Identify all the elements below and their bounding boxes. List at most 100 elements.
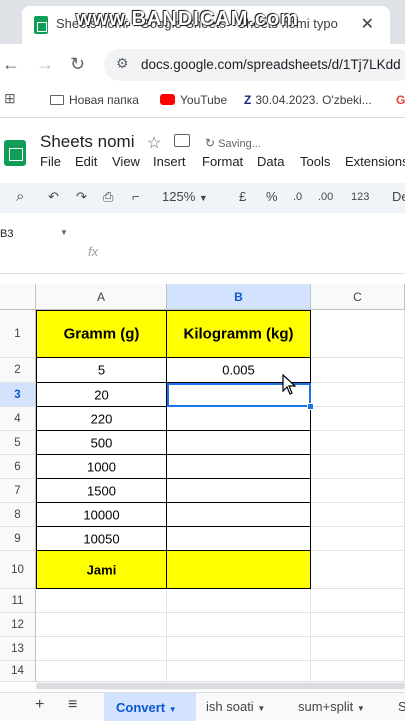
undo-icon[interactable]: ↶ bbox=[48, 189, 59, 205]
paint-format-icon[interactable]: ⌐ bbox=[132, 189, 140, 204]
cell-C8[interactable] bbox=[311, 503, 405, 527]
row-header-2[interactable]: 2 bbox=[0, 358, 36, 383]
cell-A14[interactable] bbox=[36, 661, 167, 682]
row-header-10[interactable]: 10 bbox=[0, 551, 36, 589]
cell-B13[interactable] bbox=[167, 637, 311, 661]
row-header-6[interactable]: 6 bbox=[0, 455, 36, 479]
cell-A3[interactable]: 20 bbox=[36, 383, 167, 407]
print-icon[interactable]: ⎙ bbox=[103, 189, 113, 205]
cell-A5[interactable]: 500 bbox=[36, 431, 167, 455]
sheets-logo-icon[interactable] bbox=[4, 140, 26, 166]
cell-A4[interactable]: 220 bbox=[36, 407, 167, 431]
row-header-13[interactable]: 13 bbox=[0, 637, 36, 661]
cell-A13[interactable] bbox=[36, 637, 167, 661]
row-header-1[interactable]: 1 bbox=[0, 310, 36, 358]
zoom-select[interactable]: 125% ▼ bbox=[162, 189, 208, 204]
row-header-9[interactable]: 9 bbox=[0, 527, 36, 551]
percent-format-button[interactable]: % bbox=[266, 189, 278, 204]
cell-A10[interactable]: Jami bbox=[36, 551, 167, 589]
cell-A9[interactable]: 10050 bbox=[36, 527, 167, 551]
cell-B6[interactable] bbox=[167, 455, 311, 479]
bookmark-folder[interactable]: Новая папка bbox=[50, 93, 139, 107]
apps-grid-icon[interactable]: ⊞ bbox=[4, 90, 16, 107]
cell-A8[interactable]: 10000 bbox=[36, 503, 167, 527]
cell-B14[interactable] bbox=[167, 661, 311, 682]
cell-C12[interactable] bbox=[311, 613, 405, 637]
currency-format-button[interactable]: £ bbox=[239, 189, 246, 204]
redo-icon[interactable]: ↷ bbox=[76, 189, 87, 205]
forward-icon[interactable]: → bbox=[36, 54, 54, 75]
cell-C10[interactable] bbox=[311, 551, 405, 589]
row-header-8[interactable]: 8 bbox=[0, 503, 36, 527]
tab-close-icon[interactable]: ✕ bbox=[361, 14, 374, 34]
cell-C14[interactable] bbox=[311, 661, 405, 682]
menu-edit[interactable]: Edit bbox=[75, 154, 97, 169]
cell-A12[interactable] bbox=[36, 613, 167, 637]
menu-tools[interactable]: Tools bbox=[300, 154, 330, 169]
site-settings-icon[interactable]: ⚙ bbox=[116, 55, 129, 72]
sheet-tab-ish-soati[interactable]: ish soati ▼ bbox=[206, 699, 265, 714]
cell-C3[interactable] bbox=[311, 383, 405, 407]
scrollbar-thumb[interactable] bbox=[36, 683, 405, 689]
menu-extensions[interactable]: Extensions bbox=[345, 154, 405, 169]
cell-C9[interactable] bbox=[311, 527, 405, 551]
document-title[interactable]: Sheets nomi bbox=[40, 132, 135, 152]
column-header-b[interactable]: B bbox=[167, 284, 311, 310]
menu-file[interactable]: File bbox=[40, 154, 61, 169]
cell-C4[interactable] bbox=[311, 407, 405, 431]
chevron-down-icon[interactable]: ▼ bbox=[60, 228, 68, 237]
cell-B5[interactable] bbox=[167, 431, 311, 455]
cell-B9[interactable] bbox=[167, 527, 311, 551]
move-folder-icon[interactable] bbox=[174, 134, 190, 147]
add-sheet-button[interactable]: + bbox=[35, 696, 44, 714]
menu-view[interactable]: View bbox=[112, 154, 140, 169]
column-header-c[interactable]: C bbox=[311, 284, 405, 310]
address-bar[interactable]: ⚙ docs.google.com/spreadsheets/d/1Tj7LKd… bbox=[104, 49, 405, 81]
horizontal-scrollbar[interactable] bbox=[36, 682, 405, 690]
back-icon[interactable]: ← bbox=[2, 54, 20, 75]
row-header-11[interactable]: 11 bbox=[0, 589, 36, 613]
cell-B7[interactable] bbox=[167, 479, 311, 503]
row-header-3[interactable]: 3 bbox=[0, 383, 36, 407]
decrease-decimal-button[interactable]: .0 bbox=[293, 191, 302, 203]
cell-B4[interactable] bbox=[167, 407, 311, 431]
sheet-tab-convert[interactable]: Convert ▼ bbox=[104, 693, 196, 721]
cell-A2[interactable]: 5 bbox=[36, 358, 167, 383]
sheet-tab-s[interactable]: S bbox=[398, 699, 405, 714]
cell-C1[interactable] bbox=[311, 310, 405, 358]
cell-B1[interactable]: Kilogramm (kg) bbox=[167, 310, 311, 358]
cell-A11[interactable] bbox=[36, 589, 167, 613]
reload-icon[interactable]: ↻ bbox=[70, 54, 85, 75]
row-header-4[interactable]: 4 bbox=[0, 407, 36, 431]
font-select[interactable]: De bbox=[392, 189, 405, 204]
cell-C7[interactable] bbox=[311, 479, 405, 503]
cell-B12[interactable] bbox=[167, 613, 311, 637]
cell-C2[interactable] bbox=[311, 358, 405, 383]
star-icon[interactable]: ☆ bbox=[147, 133, 161, 153]
select-all-corner[interactable] bbox=[0, 284, 36, 310]
name-box[interactable]: B3 bbox=[0, 228, 13, 240]
cell-B8[interactable] bbox=[167, 503, 311, 527]
column-header-a[interactable]: A bbox=[36, 284, 167, 310]
row-header-12[interactable]: 12 bbox=[0, 613, 36, 637]
cell-A1[interactable]: Gramm (g) bbox=[36, 310, 167, 358]
menu-data[interactable]: Data bbox=[257, 154, 284, 169]
number-format-button[interactable]: 123 bbox=[351, 191, 369, 203]
sheet-tab-sum-split[interactable]: sum+split ▼ bbox=[298, 699, 365, 714]
bookmark-youtube[interactable]: YouTube bbox=[160, 93, 227, 107]
row-header-5[interactable]: 5 bbox=[0, 431, 36, 455]
search-menus-icon[interactable]: ⌕ bbox=[16, 188, 24, 205]
google-icon[interactable]: G bbox=[396, 93, 405, 107]
bookmark-news[interactable]: Z 30.04.2023. O'zbeki... bbox=[244, 93, 372, 107]
cell-A7[interactable]: 1500 bbox=[36, 479, 167, 503]
cell-C5[interactable] bbox=[311, 431, 405, 455]
cell-A6[interactable]: 1000 bbox=[36, 455, 167, 479]
menu-format[interactable]: Format bbox=[202, 154, 243, 169]
row-header-7[interactable]: 7 bbox=[0, 479, 36, 503]
cell-C11[interactable] bbox=[311, 589, 405, 613]
cell-B10[interactable] bbox=[167, 551, 311, 589]
row-header-14[interactable]: 14 bbox=[0, 661, 36, 682]
increase-decimal-button[interactable]: .00 bbox=[318, 191, 333, 203]
fill-handle[interactable] bbox=[307, 403, 314, 410]
cell-C13[interactable] bbox=[311, 637, 405, 661]
